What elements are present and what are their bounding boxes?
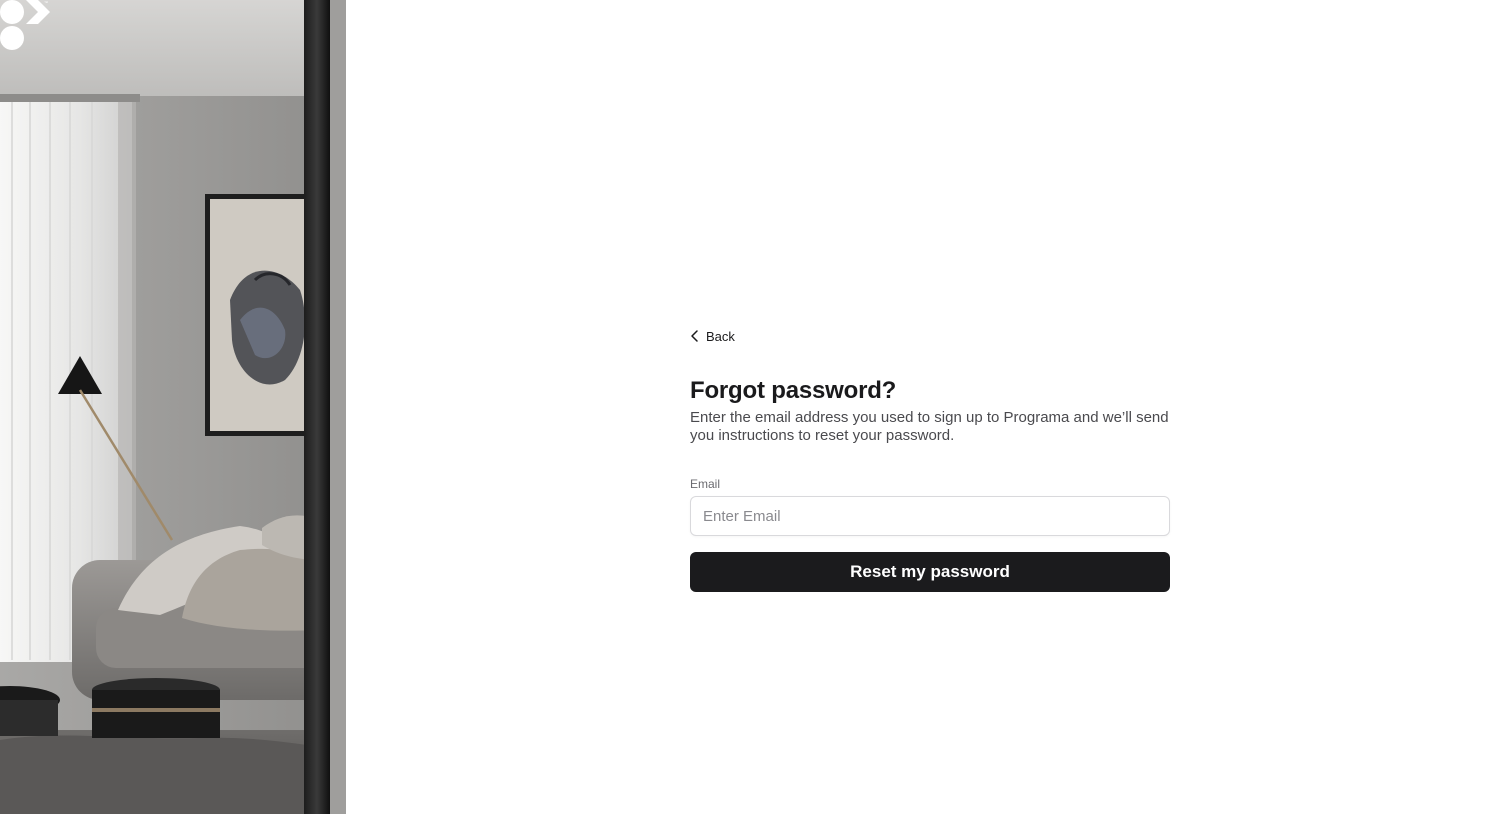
email-input[interactable] — [690, 496, 1170, 536]
chevron-left-icon — [691, 330, 698, 342]
hero-image: ™ — [0, 0, 348, 814]
forgot-password-form: Back Forgot password? Enter the email ad… — [690, 326, 1170, 592]
programa-logo-icon[interactable]: ™ — [0, 0, 50, 50]
svg-text:™: ™ — [44, 0, 48, 5]
page: ™ Back Forgot password? Enter the email … — [0, 0, 1512, 814]
reset-password-button[interactable]: Reset my password — [690, 552, 1170, 592]
back-link[interactable]: Back — [690, 326, 735, 346]
page-title: Forgot password? — [690, 377, 897, 404]
interior-photo — [0, 0, 348, 814]
email-label: Email — [690, 477, 721, 491]
back-link-label: Back — [706, 328, 735, 344]
page-description: Enter the email address you used to sign… — [690, 409, 1169, 444]
